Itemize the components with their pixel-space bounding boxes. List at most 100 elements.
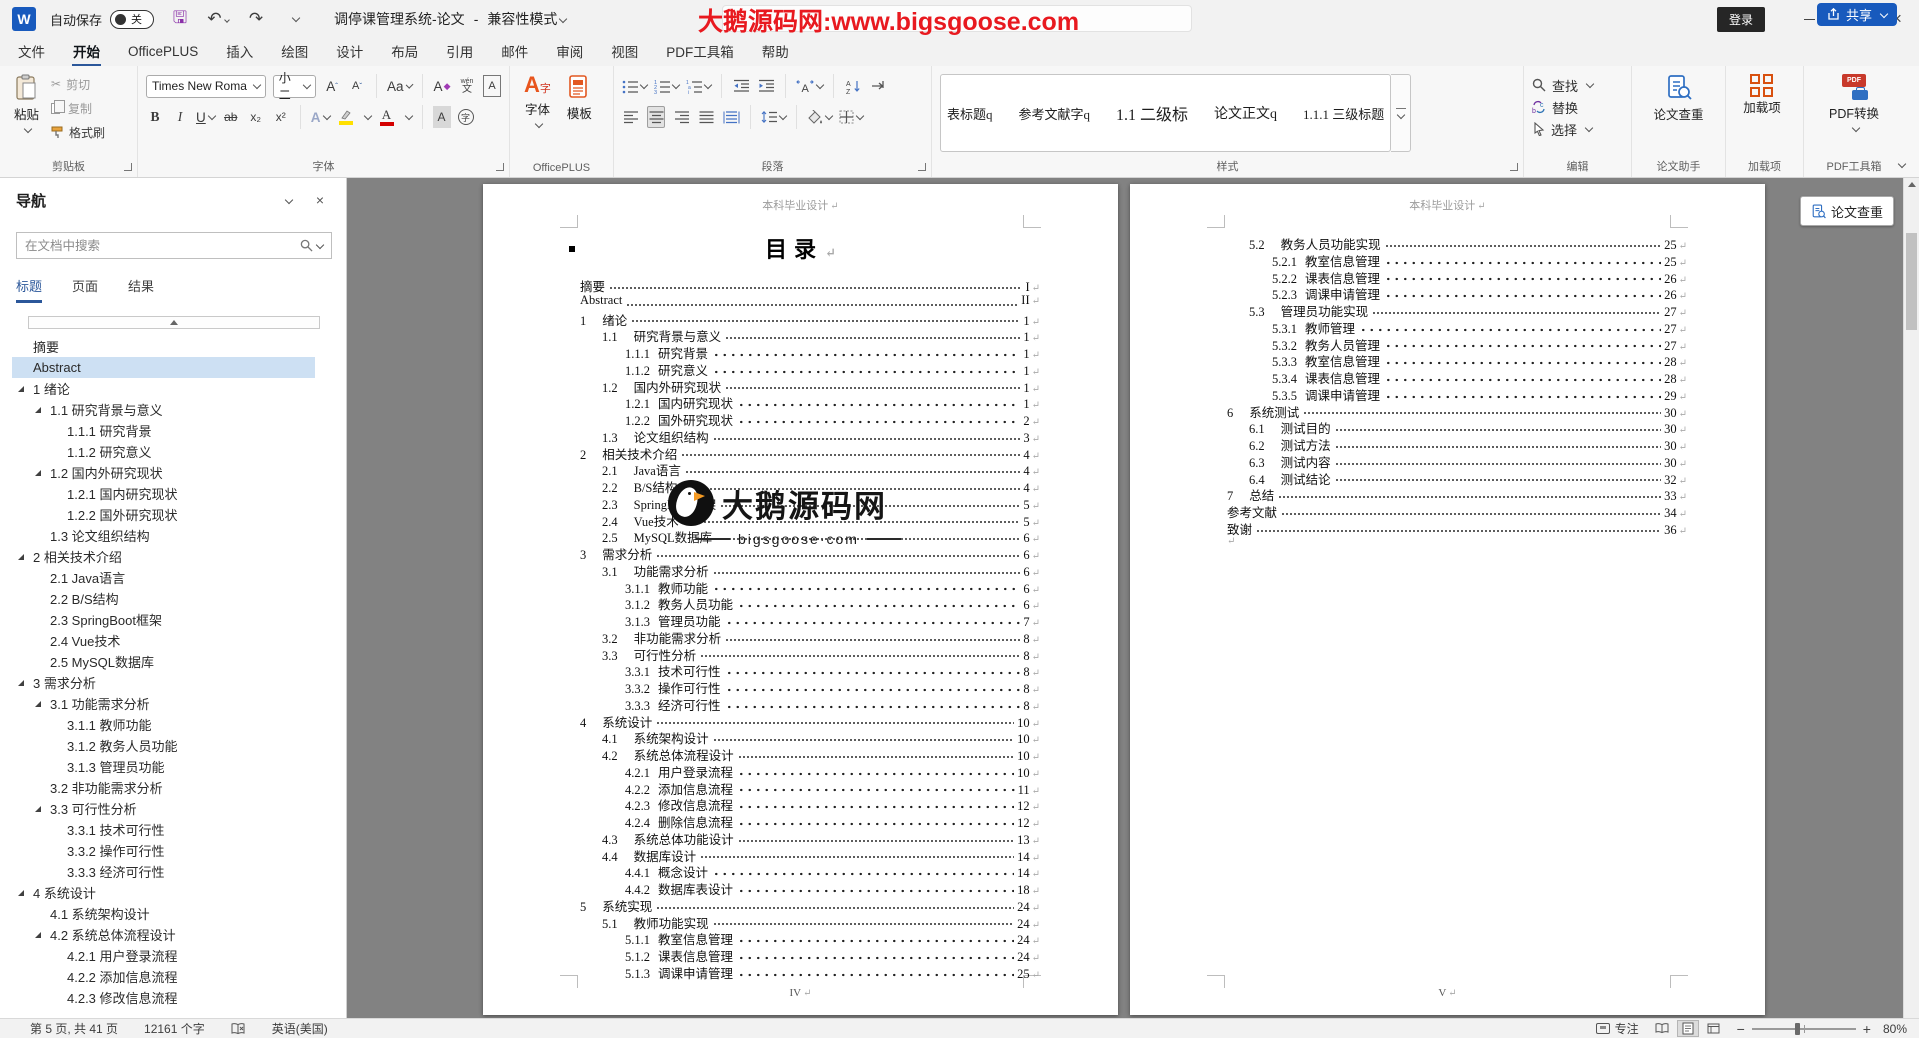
nav-item[interactable]: 2.1 Java语言 [12,567,315,588]
toc-entry[interactable]: 1.1.2 研究意义 1 ↵ [580,360,1040,378]
nav-item[interactable]: 1.3 论文组织结构 [12,525,315,546]
paper-check-float-button[interactable]: 论文查重 [1800,196,1894,226]
styles-dialog-launcher-icon[interactable] [1510,163,1518,171]
toc-entry[interactable]: 4 系统设计 10 ↵ [580,712,1040,730]
menu-tab-引用[interactable]: 引用 [432,38,487,66]
toc-entry[interactable]: 5.1.1 教室信息管理 24 ↵ [580,929,1040,947]
style-item[interactable]: 参考文献字q [1019,104,1091,123]
quick-access-more-icon[interactable] [282,12,306,26]
nav-item[interactable]: 3.3.1 技术可行性 [12,819,315,840]
underline-button[interactable]: U [196,106,216,128]
toc-entry[interactable]: 4.4.1 概念设计 14 ↵ [580,862,1040,880]
grow-font-button[interactable]: Aˆ [323,75,341,97]
autosave-switch-icon[interactable]: 关 [110,9,155,29]
expand-arrow-icon[interactable] [35,701,41,707]
scroll-up-icon[interactable] [1908,182,1916,187]
nav-item[interactable]: 1.1.1 研究背景 [12,420,315,441]
nav-item[interactable]: 1.2.1 国内研究现状 [12,483,315,504]
increase-indent-button[interactable] [757,75,775,97]
officeplus-font-button[interactable]: A字 字体 [518,72,557,131]
distribute-button[interactable] [722,106,740,128]
nav-item[interactable]: 1.2 国内外研究现状 [12,462,315,483]
nav-item[interactable]: Abstract [12,357,315,378]
focus-mode-button[interactable]: 专注 [1595,1020,1639,1037]
expand-arrow-icon[interactable] [18,680,24,686]
toc-entry[interactable]: 摘要 I ↵ [580,276,1040,294]
expand-arrow-icon[interactable] [35,407,41,413]
menu-tab-PDF工具箱[interactable]: PDF工具箱 [652,38,748,66]
word-count[interactable]: 12161 个字 [144,1020,205,1037]
style-item[interactable]: 1.1 二级标 [1116,101,1188,125]
expand-arrow-icon[interactable] [35,806,41,812]
toc-entry[interactable]: 4.2.3 修改信息流程 12 ↵ [580,795,1040,813]
expand-arrow-icon[interactable] [18,386,24,392]
toc-entry[interactable]: 1.2.1 国内研究现状 1 ↵ [580,393,1040,411]
toc-entry[interactable]: 3.1 功能需求分析 6 ↵ [580,561,1040,579]
nav-item[interactable]: 3.1.2 教务人员功能 [12,735,315,756]
nav-item[interactable]: 1.1.2 研究意义 [12,441,315,462]
toc-entry[interactable]: 6.2 测试方法 30 ↵ [1227,435,1687,453]
subscript-button[interactable]: x₂ [247,106,265,128]
nav-search-dropdown-icon[interactable] [315,240,325,249]
toc-entry[interactable]: 1.3 论文组织结构 3 ↵ [580,427,1040,445]
login-button[interactable]: 登录 [1716,6,1765,32]
nav-item[interactable]: 摘要 [12,336,315,357]
highlight-color-button[interactable] [337,106,355,128]
expand-arrow-icon[interactable] [18,890,24,896]
expand-arrow-icon[interactable] [35,470,41,476]
justify-button[interactable] [697,106,715,128]
nav-tab-页面[interactable]: 页面 [72,276,98,303]
style-item[interactable]: 表标题q [947,104,993,123]
borders-button[interactable] [839,106,865,128]
toc-entry[interactable]: 1.1.1 研究背景 1 ↵ [580,343,1040,361]
nav-item[interactable]: 4.2.2 添加信息流程 [12,966,315,987]
document-page-2[interactable]: 本科毕业设计 ↵ 5.2 教务人员功能实现 25 ↵ 5.2.1 教室信息管理 25 ↵ 5.2.… [1130,184,1765,1015]
toc-entry[interactable]: 5 系统实现 24 ↵ [580,896,1040,914]
zoom-track[interactable] [1751,1022,1856,1035]
menu-tab-插入[interactable]: 插入 [212,38,267,66]
nav-item[interactable]: 4.2 系统总体流程设计 [12,924,315,945]
toc-entry[interactable]: 1.2 国内外研究现状 1 ↵ [580,377,1040,395]
web-layout-button[interactable] [1703,1020,1725,1037]
toc-entry[interactable]: 7 总结 33 ↵ [1227,485,1687,503]
menu-tab-OfficePLUS[interactable]: OfficePLUS [114,38,212,66]
toc-entry[interactable]: 6.4 测试结论 32 ↵ [1227,469,1687,487]
font-color-button[interactable]: A [378,106,396,128]
superscript-button[interactable]: x² [272,106,290,128]
paragraph-dialog-launcher-icon[interactable] [918,163,926,171]
toc-entry[interactable]: 5.3.4 课表信息管理 28 ↵ [1227,368,1687,386]
toc-entry[interactable]: 6.1 测试目的 30 ↵ [1227,418,1687,436]
nav-item[interactable]: 2.4 Vue技术 [12,630,315,651]
compatibility-mode-label[interactable]: 兼容性模式 [487,9,568,29]
character-scaling-button[interactable]: A [796,75,825,97]
find-button[interactable]: 查找 [1532,74,1623,96]
menu-tab-开始[interactable]: 开始 [59,38,114,67]
redo-icon[interactable]: ↷ [244,9,268,29]
toc-entry[interactable]: 5.1.3 调课申请管理 25 ↵ [580,963,1040,981]
phonetic-guide-button[interactable]: wén 文 [458,75,476,97]
nav-item[interactable]: 3.3 可行性分析 [12,798,315,819]
bold-button[interactable]: B [146,106,164,128]
nav-tab-结果[interactable]: 结果 [128,276,154,303]
nav-item[interactable]: 2.5 MySQL数据库 [12,651,315,672]
shading-button[interactable] [807,106,834,128]
bullet-list-button[interactable] [622,75,649,97]
text-effects-button[interactable]: A [311,106,331,128]
paper-check-button[interactable]: 论文查重 [1640,72,1717,125]
toc-entry[interactable]: 6.3 测试内容 30 ↵ [1227,452,1687,470]
document-page-1[interactable]: 本科毕业设计 ↵ 目录 ↵ 摘要 I ↵ Abstract II ↵ 1 绪论 1 ↵ 1.1 研究背景与… [483,184,1118,1015]
toc-entry[interactable]: 3.3.1 技术可行性 8 ↵ [580,661,1040,679]
character-border-button[interactable]: A [483,75,502,97]
zoom-level[interactable]: 80% [1883,1022,1907,1036]
cut-button[interactable]: ✂ 剪切 [51,74,105,94]
nav-item[interactable]: 2.2 B/S结构 [12,588,315,609]
zoom-out-icon[interactable]: − [1737,1021,1745,1037]
nav-item[interactable]: 1.1 研究背景与意义 [12,399,315,420]
toc-entry[interactable]: 致谢 36 ↵ [1227,519,1687,537]
nav-tab-标题[interactable]: 标题 [16,276,43,303]
undo-icon[interactable]: ↶ [206,9,230,29]
toc-entry[interactable]: 1.2.2 国外研究现状 2 ↵ [580,410,1040,428]
expand-arrow-icon[interactable] [18,554,24,560]
addins-button[interactable]: 加载项 [1734,72,1790,117]
nav-item[interactable]: 3.1.3 管理员功能 [12,756,315,777]
